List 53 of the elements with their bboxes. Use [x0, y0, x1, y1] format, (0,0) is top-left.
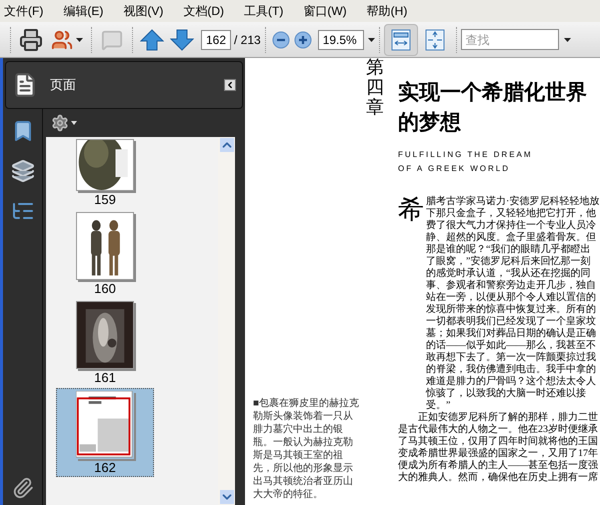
people-icon: [51, 28, 73, 50]
search-field[interactable]: 查找: [460, 29, 559, 50]
subtitle-line: OF A GREEK WORLD: [398, 163, 512, 175]
fit-width-icon: [390, 28, 411, 50]
zoom-in-button[interactable]: [292, 28, 314, 50]
minus-icon: [272, 30, 290, 48]
caret-icon[interactable]: [564, 38, 571, 42]
plus-icon: [294, 30, 312, 48]
menu-item[interactable]: 编辑(E): [63, 2, 104, 20]
caret-icon[interactable]: [71, 121, 77, 125]
subtitle-line: FULFILLING THE DREAM: [398, 149, 534, 161]
page-number: 160: [94, 280, 116, 297]
scrollbar[interactable]: [218, 137, 235, 505]
page-number: 161: [94, 369, 116, 386]
body-paragraph: 腊考古学家马诺力·安德罗尼科轻轻地放下那只金盒子，又轻轻地把它打开，他费了很大气力才保持住一个专业人员冷静、超然的风度。盒子里盛着骨灰。但那是谁的呢？“我们的眼睛几乎都瞪出了眼窝，”安德罗尼科后来回忆那一刻的感觉时承认道，“我从还在挖掘的同事、参观者和警察旁边走开几步，独自站在一旁，以便从那个令人难以置信的发现所带来的惊喜中恢复过来。所有的一切都表明我们已经发现了一个皇家坟墓；如果我们对葬品日期的确认是正确的话——似乎如此——那么，我甚至不敢再想下去了。第一次一阵颤栗掠过我的脊梁，我仿佛遭到电击。我手中拿的难道是腓力的尸骨吗？这个想法太令人惊骇了，以致我的大脑一时还难以接受。”: [426, 196, 600, 412]
collapse-button[interactable]: [224, 79, 236, 91]
page-total: / 213: [234, 32, 261, 48]
page-thumbnail[interactable]: [76, 391, 134, 459]
chevron-left-icon: [225, 80, 235, 90]
fit-width-button[interactable]: [384, 24, 418, 56]
chapter-label: 第四章: [366, 58, 384, 119]
menu-item[interactable]: 工具(T): [244, 2, 284, 20]
caret-icon[interactable]: [368, 38, 375, 42]
zoom-out-button[interactable]: [270, 28, 292, 50]
menu-item[interactable]: 窗口(W): [303, 2, 347, 20]
chevron-down-icon[interactable]: [220, 490, 234, 504]
menu-item[interactable]: 文档(D): [183, 2, 224, 20]
panel-title: 页面: [50, 76, 77, 94]
drop-cap: 希: [398, 196, 424, 224]
fit-page-icon: [424, 28, 445, 50]
body-paragraph: 正如安德罗尼科所了解的那样，腓力二世是古代最伟大的人物之一。他在23岁时便继承了马其顿王位，仅用了四年时间就将他的王国变成希腊世界最强盛的国家之一，又用了17年便成为所有希腊人的主人——甚至包括一度强大的雅典人。然而，确保他在历史上拥有一席: [398, 412, 599, 484]
down-arrow-icon: [170, 28, 194, 50]
caret-icon[interactable]: [76, 38, 83, 42]
gear-icon[interactable]: [51, 114, 69, 132]
page-number-field[interactable]: 162: [201, 30, 231, 50]
menu-item[interactable]: 视图(V): [123, 2, 164, 20]
chevron-up-icon[interactable]: [220, 138, 234, 152]
thumbnail[interactable]: 160: [56, 210, 154, 297]
menu-item[interactable]: 文件(F): [4, 2, 44, 20]
page-number: 162: [94, 459, 116, 476]
selected-thumbnail[interactable]: 162: [56, 388, 154, 477]
up-arrow-icon: [140, 28, 164, 50]
page-number: 159: [94, 191, 116, 208]
chapter-title: 实现一个希腊化世界的梦想: [398, 80, 588, 136]
thumbnail[interactable]: 159: [56, 137, 154, 208]
menu-item[interactable]: 帮助(H): [366, 2, 408, 20]
figure-caption: ■包裹在狮皮里的赫拉克勒斯头像装饰着一只从腓力墓穴中出土的银瓶。一般认为赫拉克勒斯是马其顿王室的祖先，所以他的形象显示出马其顿统治者亚历山大大帝的特征。: [253, 397, 360, 501]
printer-icon: [19, 28, 43, 52]
layers-icon[interactable]: [10, 159, 34, 183]
comment-icon: [101, 28, 123, 50]
thumbnail[interactable]: 161: [56, 299, 154, 386]
paperclip-icon[interactable]: [12, 477, 34, 499]
zoom-field[interactable]: 19.5%: [318, 30, 364, 50]
